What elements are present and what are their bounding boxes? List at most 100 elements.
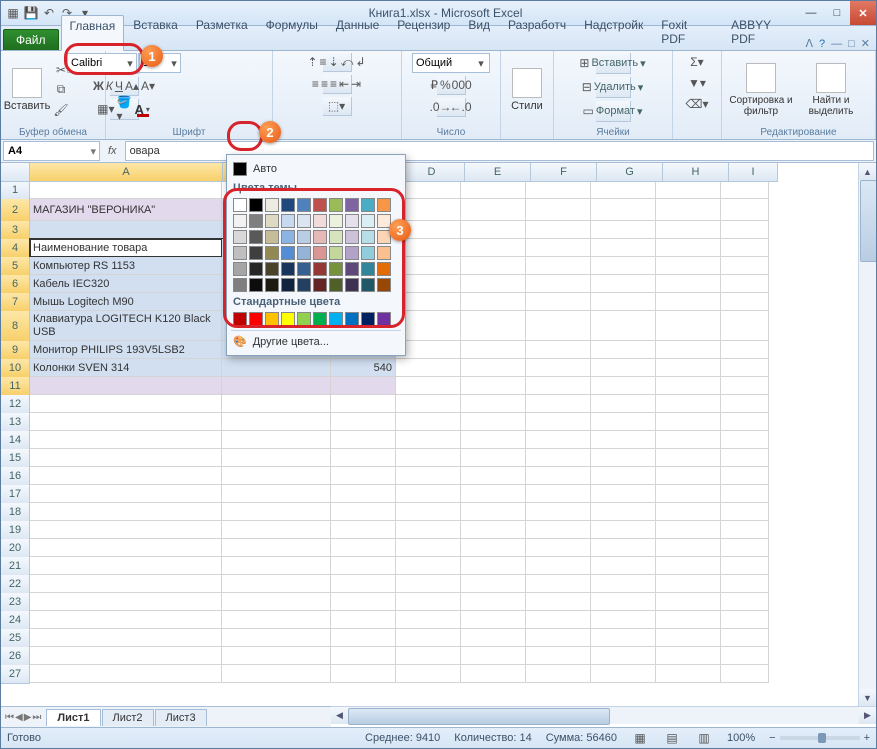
- row-header-5[interactable]: 5: [1, 257, 30, 276]
- color-swatch[interactable]: [281, 262, 295, 276]
- cell-E27[interactable]: [461, 665, 526, 683]
- orientation-icon[interactable]: ⤺: [341, 53, 354, 71]
- cell-B15[interactable]: [222, 449, 331, 467]
- color-swatch[interactable]: [313, 246, 327, 260]
- cell-F21[interactable]: [526, 557, 591, 575]
- ribbon-tab-Формулы[interactable]: Формулы: [257, 14, 327, 50]
- cell-A26[interactable]: [30, 647, 222, 665]
- color-swatch[interactable]: [329, 312, 343, 326]
- cell-G18[interactable]: [591, 503, 656, 521]
- color-swatch[interactable]: [233, 312, 247, 326]
- cell-H7[interactable]: [656, 293, 721, 311]
- cell-H11[interactable]: [656, 377, 721, 395]
- cell-F2[interactable]: [526, 199, 591, 221]
- cell-E16[interactable]: [461, 467, 526, 485]
- borders-icon[interactable]: ▦▾: [97, 100, 114, 118]
- row-header-15[interactable]: 15: [1, 449, 30, 468]
- cell-A7[interactable]: Мышь Logitech M90: [30, 293, 222, 311]
- color-swatch[interactable]: [313, 230, 327, 244]
- col-header-F[interactable]: F: [531, 163, 597, 182]
- vscroll-thumb[interactable]: [860, 180, 876, 262]
- color-auto[interactable]: Авто: [231, 159, 401, 179]
- cell-G25[interactable]: [591, 629, 656, 647]
- color-swatch[interactable]: [265, 312, 279, 326]
- cell-C26[interactable]: [331, 647, 396, 665]
- row-header-4[interactable]: 4: [1, 239, 30, 258]
- color-swatch[interactable]: [249, 214, 263, 228]
- cell-G13[interactable]: [591, 413, 656, 431]
- cell-F11[interactable]: [526, 377, 591, 395]
- cell-I17[interactable]: [721, 485, 769, 503]
- cell-F4[interactable]: [526, 239, 591, 257]
- cell-B21[interactable]: [222, 557, 331, 575]
- cell-G10[interactable]: [591, 359, 656, 377]
- color-swatch[interactable]: [377, 246, 391, 260]
- fill-color-icon[interactable]: 🪣▾: [117, 100, 132, 118]
- color-swatch[interactable]: [249, 198, 263, 212]
- number-format-combo[interactable]: ▾: [412, 53, 490, 73]
- cell-E4[interactable]: [461, 239, 526, 257]
- cell-G2[interactable]: [591, 199, 656, 221]
- cell-C23[interactable]: [331, 593, 396, 611]
- color-swatch[interactable]: [377, 278, 391, 292]
- cell-G7[interactable]: [591, 293, 656, 311]
- cell-I18[interactable]: [721, 503, 769, 521]
- color-swatch[interactable]: [329, 262, 343, 276]
- cell-D10[interactable]: [396, 359, 461, 377]
- bold-icon[interactable]: Ж: [93, 77, 104, 95]
- cell-E3[interactable]: [461, 221, 526, 239]
- cell-D17[interactable]: [396, 485, 461, 503]
- cell-A2[interactable]: МАГАЗИН "ВЕРОНИКА": [30, 199, 222, 221]
- color-swatch[interactable]: [233, 246, 247, 260]
- cell-E12[interactable]: [461, 395, 526, 413]
- cell-E22[interactable]: [461, 575, 526, 593]
- color-swatch[interactable]: [345, 312, 359, 326]
- cell-A9[interactable]: Монитор PHILIPS 193V5LSB2: [30, 341, 222, 359]
- cell-A15[interactable]: [30, 449, 222, 467]
- cell-I25[interactable]: [721, 629, 769, 647]
- cell-G4[interactable]: [591, 239, 656, 257]
- align-center-icon[interactable]: ≡: [321, 75, 328, 93]
- clear-icon[interactable]: ⌫▾: [688, 95, 706, 113]
- increase-decimal-icon[interactable]: .0→: [432, 98, 450, 116]
- cell-E26[interactable]: [461, 647, 526, 665]
- cell-I13[interactable]: [721, 413, 769, 431]
- sheet-tab-Лист2[interactable]: Лист2: [102, 709, 154, 726]
- color-swatch[interactable]: [345, 198, 359, 212]
- cell-B22[interactable]: [222, 575, 331, 593]
- cell-D25[interactable]: [396, 629, 461, 647]
- minimize-ribbon-icon[interactable]: ᐱ: [805, 37, 813, 50]
- cell-H4[interactable]: [656, 239, 721, 257]
- cell-H22[interactable]: [656, 575, 721, 593]
- cell-H23[interactable]: [656, 593, 721, 611]
- row-header-9[interactable]: 9: [1, 341, 30, 360]
- insert-cells-button[interactable]: ⊞Вставить ▾: [596, 53, 631, 74]
- cell-A25[interactable]: [30, 629, 222, 647]
- cell-H2[interactable]: [656, 199, 721, 221]
- fill-icon[interactable]: ▼▾: [688, 74, 706, 92]
- color-swatch[interactable]: [313, 312, 327, 326]
- cell-C15[interactable]: [331, 449, 396, 467]
- zoom-level[interactable]: 100%: [727, 732, 755, 744]
- cell-H26[interactable]: [656, 647, 721, 665]
- vertical-scrollbar[interactable]: ▲ ▼: [858, 163, 876, 706]
- cell-A6[interactable]: Кабель IEC320: [30, 275, 222, 293]
- row-header-7[interactable]: 7: [1, 293, 30, 312]
- cell-H18[interactable]: [656, 503, 721, 521]
- row-header-2[interactable]: 2: [1, 199, 30, 222]
- color-swatch[interactable]: [233, 214, 247, 228]
- cell-B12[interactable]: [222, 395, 331, 413]
- cell-I8[interactable]: [721, 311, 769, 341]
- cell-H27[interactable]: [656, 665, 721, 683]
- color-swatch[interactable]: [249, 312, 263, 326]
- cell-I26[interactable]: [721, 647, 769, 665]
- color-swatch[interactable]: [361, 262, 375, 276]
- wrap-text-icon[interactable]: ↲: [355, 53, 365, 71]
- cell-B20[interactable]: [222, 539, 331, 557]
- cell-A17[interactable]: [30, 485, 222, 503]
- align-right-icon[interactable]: ≡: [330, 75, 337, 93]
- color-swatch[interactable]: [329, 214, 343, 228]
- ribbon-tab-ABBYY PDF[interactable]: ABBYY PDF: [722, 14, 805, 50]
- cell-A10[interactable]: Колонки SVEN 314: [30, 359, 222, 377]
- row-header-12[interactable]: 12: [1, 395, 30, 414]
